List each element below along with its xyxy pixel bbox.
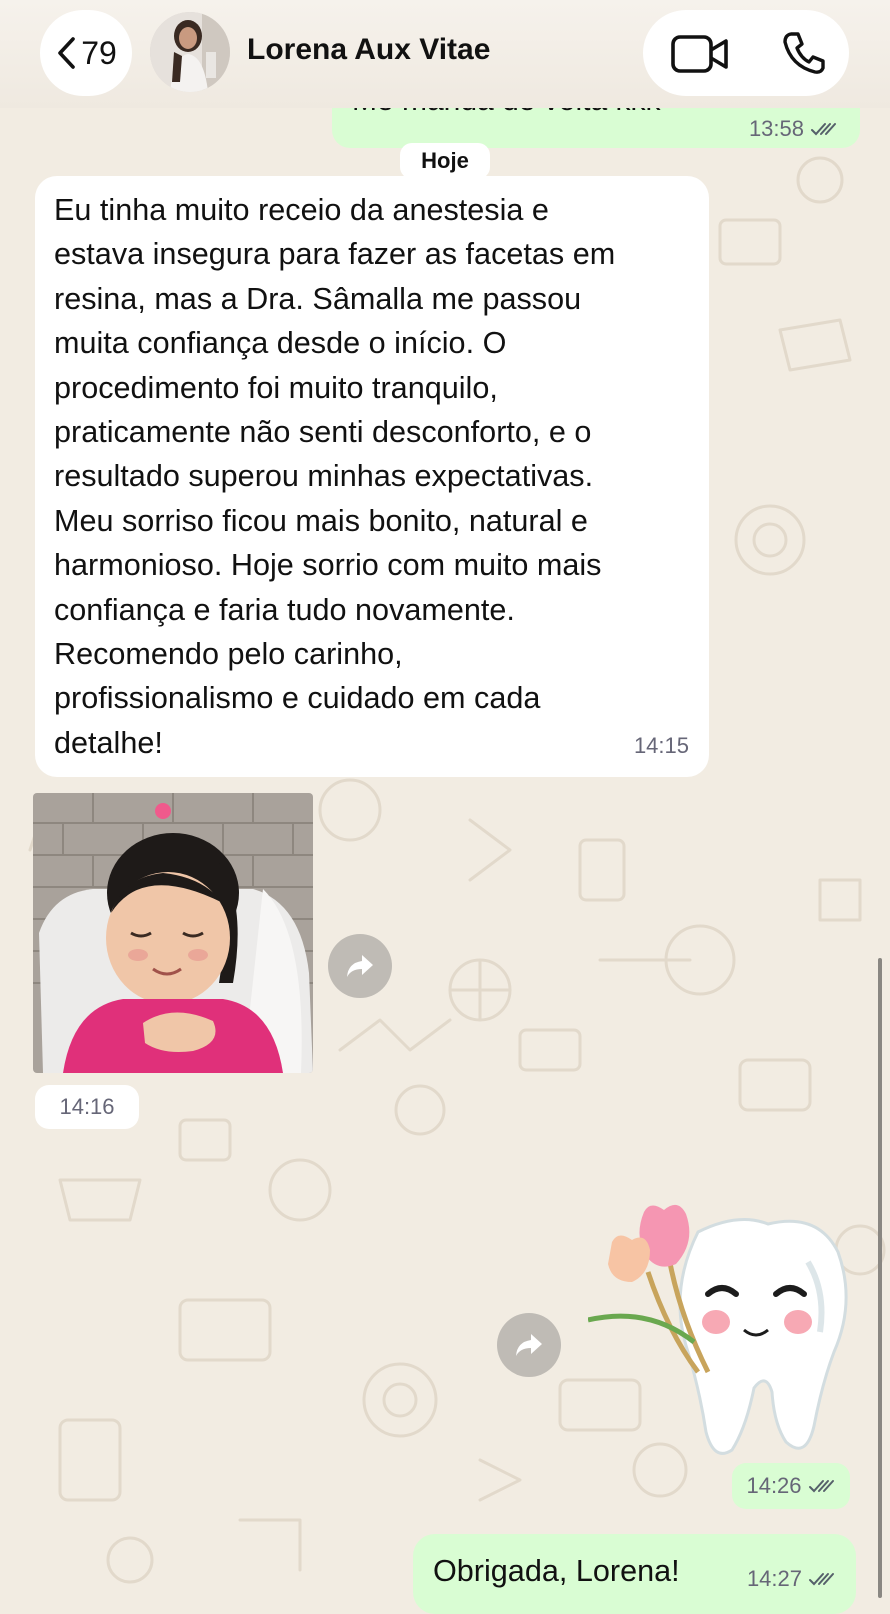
photo-message[interactable] — [33, 793, 313, 1073]
message-meta: 13:58 — [749, 116, 838, 142]
avatar-photo — [150, 12, 230, 92]
message-meta: 14:27 — [747, 1566, 836, 1592]
sticker-message[interactable] — [587, 1202, 850, 1464]
scrollbar[interactable] — [878, 958, 882, 1598]
message-text: Obrigada, Lorena! — [433, 1554, 680, 1588]
message-time: 14:27 — [746, 1566, 802, 1591]
tooth-sticker — [587, 1204, 848, 1455]
photo-image — [33, 793, 313, 1073]
message-time: 13:58 — [748, 116, 804, 141]
incoming-message[interactable]: Eu tinha muito receio da anestesia e est… — [35, 176, 709, 777]
avatar[interactable] — [150, 12, 230, 92]
video-call-icon[interactable] — [671, 34, 729, 74]
outgoing-message[interactable]: Obrigada, Lorena! 14:27 — [413, 1534, 856, 1614]
chat-header: 79 Lorena Aux Vitae — [0, 0, 890, 108]
contact-name[interactable]: Lorena Aux Vitae — [247, 33, 490, 67]
chevron-left-icon — [58, 37, 76, 69]
phone-icon[interactable] — [781, 30, 827, 76]
message-meta: 14:26 — [732, 1463, 850, 1509]
message-time: 14:15 — [633, 733, 689, 758]
message-text: Eu tinha muito receio da anestesia e est… — [54, 193, 616, 760]
back-button[interactable]: 79 — [40, 10, 132, 96]
call-actions — [643, 10, 849, 96]
read-receipt-icon — [808, 1480, 834, 1493]
read-receipt-icon — [809, 1573, 834, 1586]
forward-icon — [347, 955, 373, 977]
date-separator: Hoje — [400, 143, 490, 179]
message-time: 14:26 — [746, 1473, 802, 1498]
message-time: 14:16 — [35, 1085, 139, 1129]
forward-button[interactable] — [497, 1313, 561, 1377]
forward-button[interactable] — [328, 934, 392, 998]
forward-icon — [516, 1334, 542, 1356]
read-receipt-icon — [811, 123, 836, 136]
unread-count: 79 — [81, 34, 117, 71]
